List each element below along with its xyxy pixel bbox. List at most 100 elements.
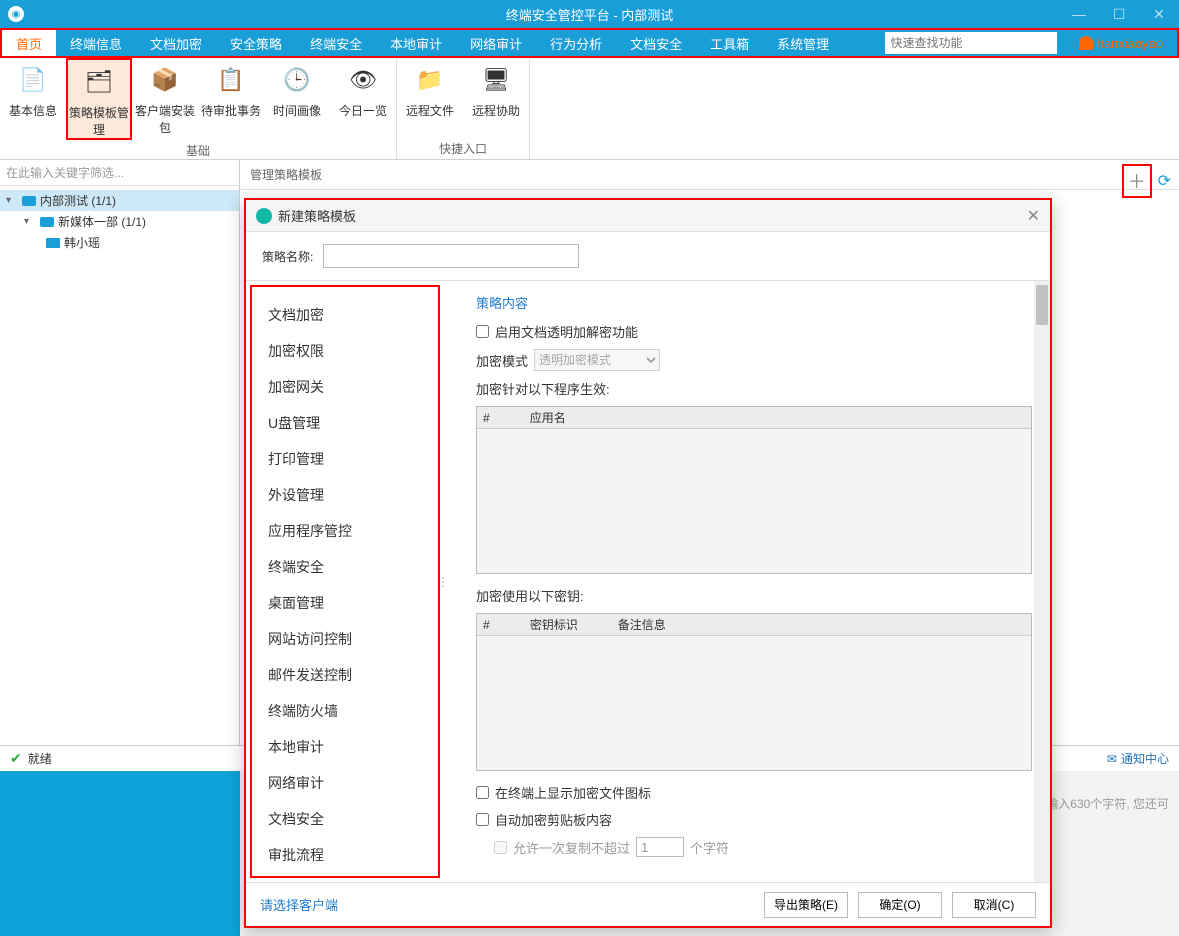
- cat-encrypt-perm[interactable]: 加密权限: [252, 333, 438, 369]
- minimize-button[interactable]: —: [1059, 0, 1099, 28]
- tree-root[interactable]: ▾内部测试 (1/1): [0, 190, 239, 211]
- export-button[interactable]: 导出策略(E): [764, 892, 848, 918]
- cat-firewall[interactable]: 终端防火墙: [252, 693, 438, 729]
- cat-terminal-security[interactable]: 终端安全: [252, 549, 438, 585]
- policy-name-label: 策略名称:: [262, 248, 313, 265]
- config-panel: 策略内容 启用文档透明加解密功能 加密模式透明加密模式 加密针对以下程序生效: …: [446, 281, 1050, 882]
- tab-system[interactable]: 系统管理: [763, 30, 843, 56]
- refresh-icon[interactable]: ⟳: [1158, 171, 1171, 191]
- select-client-link[interactable]: 请选择客户端: [260, 895, 338, 914]
- policy-name-input[interactable]: [323, 244, 579, 268]
- mode-label: 加密模式: [476, 351, 528, 370]
- tree-user[interactable]: 韩小瑶: [0, 232, 239, 253]
- monitor-icon: 🖥: [480, 64, 512, 96]
- pc-icon: [46, 238, 60, 248]
- status-text: 就绪: [28, 750, 52, 767]
- keys-label: 加密使用以下密钥:: [476, 586, 1032, 605]
- scrollbar[interactable]: [1034, 281, 1050, 882]
- cat-addon[interactable]: 附属功能: [252, 873, 438, 878]
- group-icon: [22, 196, 36, 206]
- cat-doc-encrypt[interactable]: 文档加密: [252, 297, 438, 333]
- notification-center[interactable]: ✉通知中心: [1107, 750, 1169, 767]
- cat-print[interactable]: 打印管理: [252, 441, 438, 477]
- clipboard-icon: 📋: [215, 64, 247, 96]
- plus-icon[interactable]: ＋: [1128, 172, 1146, 192]
- chk-clipboard[interactable]: [476, 813, 489, 826]
- tab-terminal-info[interactable]: 终端信息: [56, 30, 136, 56]
- close-button[interactable]: ✕: [1139, 0, 1179, 28]
- menubar: 首页 终端信息 文档加密 安全策略 终端安全 本地审计 网络审计 行为分析 文档…: [0, 28, 1179, 58]
- tab-network-audit[interactable]: 网络审计: [456, 30, 536, 56]
- search-input[interactable]: [885, 32, 1057, 54]
- tab-local-audit[interactable]: 本地审计: [376, 30, 456, 56]
- dialog-close-button[interactable]: ✕: [1027, 206, 1040, 226]
- clip-limit-input[interactable]: 1: [636, 837, 684, 857]
- cancel-button[interactable]: 取消(C): [952, 892, 1036, 918]
- doc-icon: 📄: [17, 64, 49, 96]
- tab-doc-encrypt[interactable]: 文档加密: [136, 30, 216, 56]
- ribbon-remote-assist[interactable]: 🖥远程协助: [463, 58, 529, 138]
- cat-local-audit[interactable]: 本地审计: [252, 729, 438, 765]
- apps-label: 加密针对以下程序生效:: [476, 379, 1032, 398]
- ribbon-policy-template[interactable]: 🗂策略模板管理: [66, 58, 132, 140]
- chevron-down-icon[interactable]: ▾: [24, 216, 36, 227]
- folder-icon: 📁: [414, 64, 446, 96]
- user-menu[interactable]: hanxiaoyao: [1065, 36, 1178, 51]
- window-title: 终端安全管控平台 - 内部测试: [506, 5, 674, 24]
- dialog-title: 新建策略模板: [278, 206, 356, 225]
- chk-enable-encrypt[interactable]: [476, 325, 489, 338]
- keys-table: #密钥标识备注信息 ✎ ⚙: [476, 613, 1032, 771]
- dialog-icon: [256, 208, 272, 224]
- check-icon: ✔: [10, 750, 22, 767]
- cat-peripheral[interactable]: 外设管理: [252, 477, 438, 513]
- tree-dept[interactable]: ▾新媒体一部 (1/1): [0, 211, 239, 232]
- section-title: 策略内容: [476, 293, 1032, 312]
- ribbon-approval[interactable]: 📋待审批事务: [198, 58, 264, 140]
- maximize-button[interactable]: ☐: [1099, 0, 1139, 28]
- clock-icon: 🕒: [281, 64, 313, 96]
- cat-doc-security[interactable]: 文档安全: [252, 801, 438, 837]
- tab-doc-security[interactable]: 文档安全: [616, 30, 696, 56]
- eye-icon: 👁: [347, 64, 379, 96]
- package-icon: 📦: [149, 64, 181, 96]
- new-policy-dialog: 新建策略模板 ✕ 策略名称: 文档加密 加密权限 加密网关 U盘管理 打印管理 …: [244, 198, 1052, 928]
- org-tree: ▾内部测试 (1/1) ▾新媒体一部 (1/1) 韩小瑶: [0, 186, 239, 257]
- ribbon-time-portrait[interactable]: 🕒时间画像: [264, 58, 330, 140]
- cat-desktop[interactable]: 桌面管理: [252, 585, 438, 621]
- cat-web-access[interactable]: 网站访问控制: [252, 621, 438, 657]
- user-icon: [1079, 36, 1093, 50]
- cat-approval[interactable]: 审批流程: [252, 837, 438, 873]
- mail-icon: ✉: [1107, 752, 1117, 766]
- cat-network-audit[interactable]: 网络审计: [252, 765, 438, 801]
- app-icon: ◉: [8, 6, 24, 22]
- main-header: 管理策略模板: [240, 160, 1179, 190]
- template-icon: 🗂: [83, 66, 115, 98]
- sidebar-filter[interactable]: 在此输入关键字筛选...: [0, 160, 239, 186]
- ribbon: 📄基本信息 🗂策略模板管理 📦客户端安装包 📋待审批事务 🕒时间画像 👁今日一览…: [0, 58, 1179, 160]
- sidebar: 在此输入关键字筛选... ▾内部测试 (1/1) ▾新媒体一部 (1/1) 韩小…: [0, 160, 240, 745]
- tab-behavior[interactable]: 行为分析: [536, 30, 616, 56]
- cat-usb[interactable]: U盘管理: [252, 405, 438, 441]
- group-icon: [40, 217, 54, 227]
- ribbon-group-label: 快捷入口: [397, 138, 529, 159]
- ribbon-basic-info[interactable]: 📄基本信息: [0, 58, 66, 140]
- char-hint: 输入630个字符, 您还可: [1046, 795, 1169, 812]
- apps-table: #应用名 ✎: [476, 406, 1032, 574]
- mode-select[interactable]: 透明加密模式: [534, 349, 660, 371]
- tab-terminal-security[interactable]: 终端安全: [296, 30, 376, 56]
- cat-app-control[interactable]: 应用程序管控: [252, 513, 438, 549]
- ribbon-installer[interactable]: 📦客户端安装包: [132, 58, 198, 140]
- ribbon-remote-file[interactable]: 📁远程文件: [397, 58, 463, 138]
- chevron-down-icon[interactable]: ▾: [6, 195, 18, 206]
- ok-button[interactable]: 确定(O): [858, 892, 942, 918]
- ribbon-group-label: 基础: [0, 140, 396, 161]
- chk-show-icon[interactable]: [476, 786, 489, 799]
- titlebar: ◉ 终端安全管控平台 - 内部测试 — ☐ ✕: [0, 0, 1179, 28]
- cat-encrypt-gateway[interactable]: 加密网关: [252, 369, 438, 405]
- tab-security-policy[interactable]: 安全策略: [216, 30, 296, 56]
- chk-clip-limit[interactable]: [494, 841, 507, 854]
- ribbon-today[interactable]: 👁今日一览: [330, 58, 396, 140]
- cat-mail[interactable]: 邮件发送控制: [252, 657, 438, 693]
- tab-toolbox[interactable]: 工具箱: [696, 30, 763, 56]
- tab-home[interactable]: 首页: [2, 30, 56, 56]
